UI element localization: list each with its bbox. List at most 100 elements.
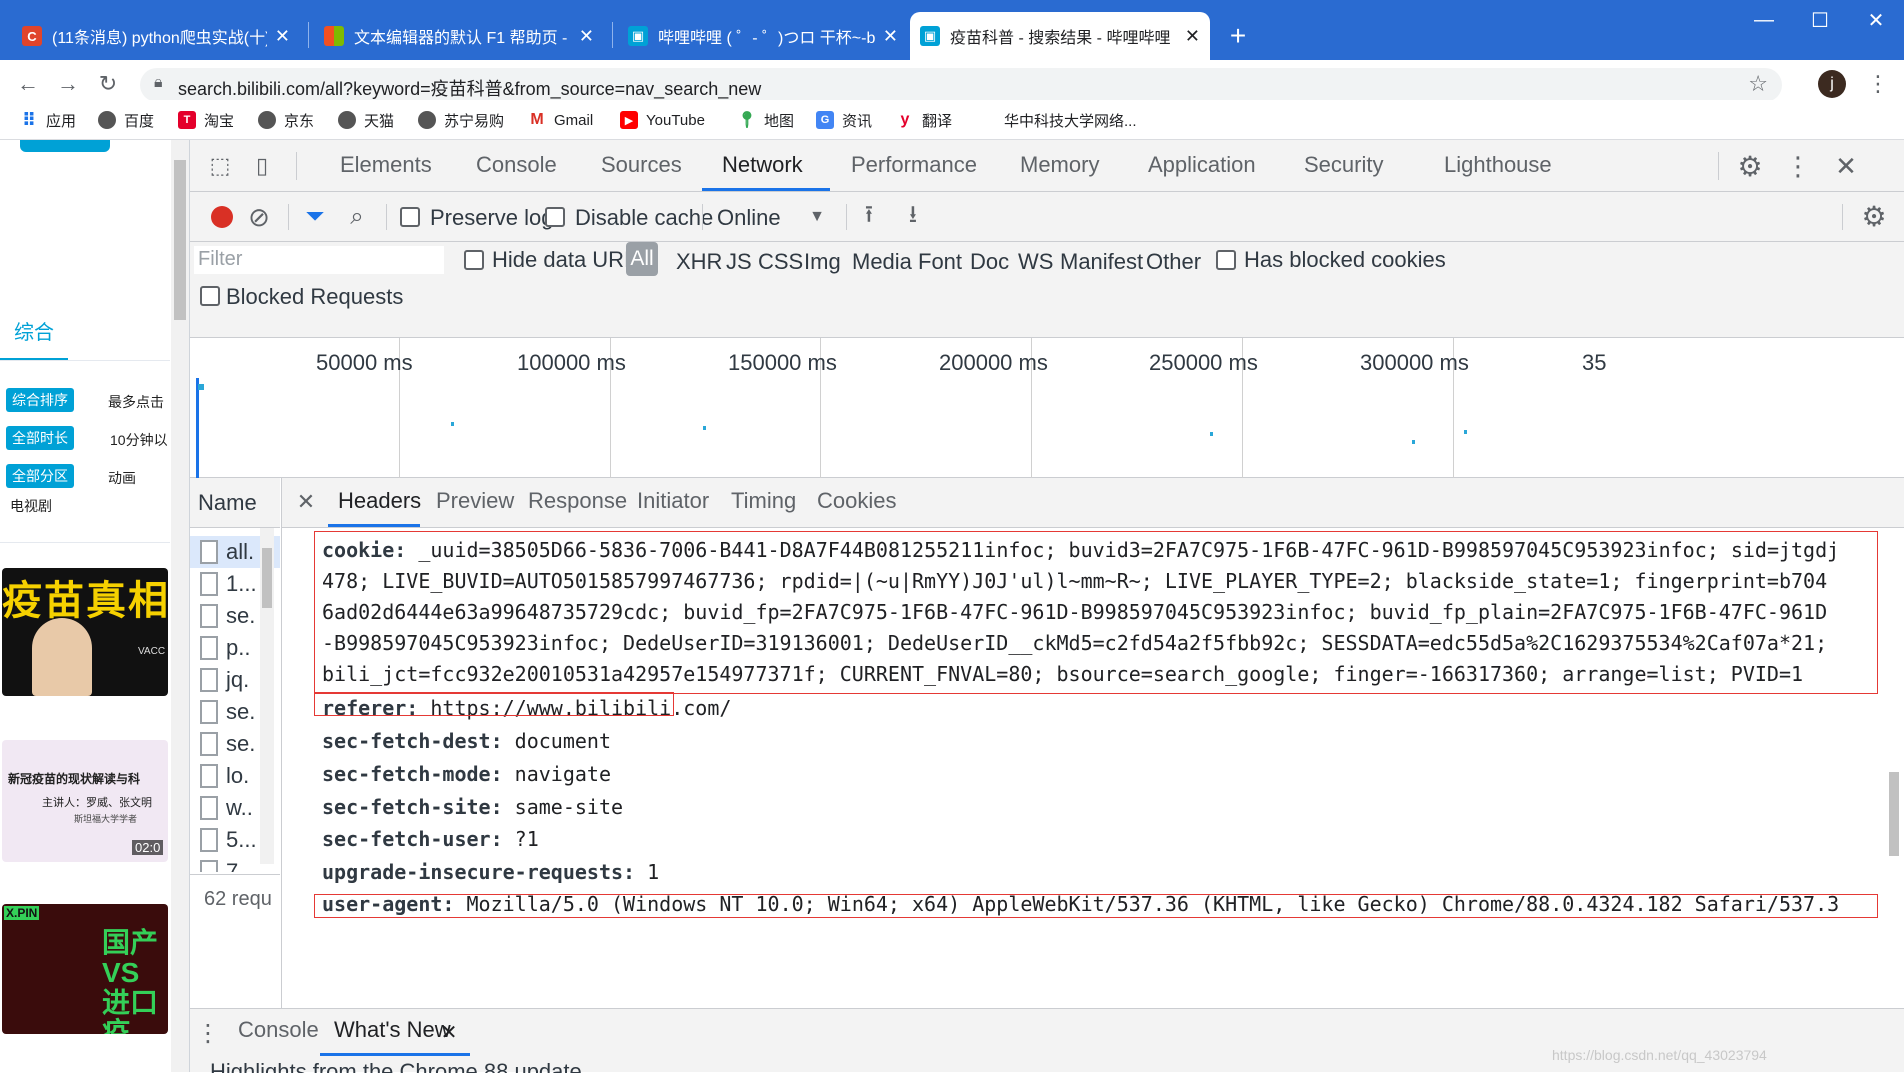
close-drawer-tab-icon[interactable]: ✕ <box>438 1017 460 1047</box>
close-tab-icon[interactable]: ✕ <box>1185 26 1200 47</box>
tab-security[interactable]: Security <box>1304 152 1383 178</box>
type-filter-css[interactable]: CSS <box>758 249 803 275</box>
close-tab-icon[interactable]: ✕ <box>275 26 290 47</box>
video-thumbnail-1[interactable]: 疫苗真相 VACC <box>2 568 168 696</box>
type-filter-ws[interactable]: WS <box>1018 249 1053 275</box>
video-thumbnail-3[interactable]: X.PIN 国产VS进口疫 <box>2 904 168 1034</box>
close-devtools-icon[interactable]: ✕ <box>1828 148 1864 184</box>
name-scrollbar[interactable] <box>260 528 274 864</box>
name-column-header[interactable]: Name <box>190 478 280 528</box>
browser-tab-4-active[interactable]: ▣ 疫苗科普 - 搜索结果 - 哔哩哔哩 ✕ <box>910 12 1210 60</box>
bookmark-youtube[interactable]: ▶ YouTube <box>620 107 705 133</box>
detail-tab-preview[interactable]: Preview <box>436 488 514 514</box>
chrome-menu-icon[interactable]: ⋮ <box>1862 68 1894 100</box>
bookmark-gmail[interactable]: M Gmail <box>528 107 593 133</box>
record-icon[interactable] <box>211 206 233 228</box>
has-blocked-cookies-checkbox[interactable] <box>1216 250 1236 270</box>
close-tab-icon[interactable]: ✕ <box>883 26 898 47</box>
reload-icon[interactable]: ↻ <box>92 68 124 100</box>
type-filter-xhr[interactable]: XHR <box>676 249 722 275</box>
bookmark-baidu[interactable]: 百度 <box>98 107 154 133</box>
detail-tab-response[interactable]: Response <box>528 488 627 514</box>
bookmark-hust[interactable]: 华中科技大学网络... <box>1004 107 1137 133</box>
scrollbar-thumb[interactable] <box>1889 772 1899 856</box>
tab-performance[interactable]: Performance <box>851 152 977 178</box>
drawer-tab-whats-new[interactable]: What's New <box>334 1017 451 1043</box>
headers-scrollbar[interactable] <box>1884 528 1904 1008</box>
type-filter-all[interactable]: All <box>626 242 658 276</box>
filter-chip-sort[interactable]: 综合排序 <box>6 388 74 412</box>
type-filter-img[interactable]: Img <box>804 249 841 275</box>
bookmark-suning[interactable]: 苏宁易购 <box>418 107 504 133</box>
page-scrollbar[interactable] <box>171 140 189 1072</box>
address-bar[interactable]: 🔒︎ search.bilibili.com/all?keyword=疫苗科普&… <box>140 68 1782 102</box>
tab-all[interactable]: 综合 <box>14 316 54 345</box>
close-window-icon[interactable]: ✕ <box>1848 0 1904 40</box>
tab-elements[interactable]: Elements <box>340 152 432 178</box>
tab-lighthouse[interactable]: Lighthouse <box>1444 152 1552 178</box>
back-arrow-icon[interactable]: ← <box>12 68 44 100</box>
drawer-menu-icon[interactable]: ⋮ <box>194 1017 222 1049</box>
clear-icon[interactable]: ⊘ <box>242 200 276 234</box>
filter-funnel-icon[interactable]: ⏷ <box>298 200 332 234</box>
export-har-icon[interactable]: ⭳ <box>896 200 930 234</box>
bookmark-taobao[interactable]: T 淘宝 <box>178 107 234 133</box>
bookmark-jd[interactable]: 京东 <box>258 107 314 133</box>
inspect-element-icon[interactable]: ⬚ <box>204 150 236 182</box>
preserve-log-checkbox[interactable] <box>400 207 420 227</box>
search-icon[interactable]: ⌕ <box>340 200 374 234</box>
detail-tab-headers[interactable]: Headers <box>338 488 421 514</box>
browser-tab-2[interactable]: 文本编辑器的默认 F1 帮助页 - V ✕ <box>314 12 604 60</box>
detail-tab-cookies[interactable]: Cookies <box>817 488 896 514</box>
type-filter-js[interactable]: JS <box>726 249 752 275</box>
maximize-icon[interactable]: ☐ <box>1792 0 1848 40</box>
detail-tab-initiator[interactable]: Initiator <box>637 488 709 514</box>
bookmark-star-icon[interactable]: ☆ <box>1748 71 1768 97</box>
type-filter-other[interactable]: Other <box>1146 249 1201 275</box>
type-filter-media[interactable]: Media <box>852 249 912 275</box>
filter-chip-duration[interactable]: 全部时长 <box>6 426 74 450</box>
close-detail-icon[interactable]: ✕ <box>292 488 320 516</box>
tab-application[interactable]: Application <box>1148 152 1256 178</box>
filter-input[interactable]: Filter <box>194 246 444 274</box>
new-tab-button[interactable]: + <box>1216 12 1260 60</box>
close-tab-icon[interactable]: ✕ <box>579 26 594 47</box>
bookmark-maps[interactable]: 📍︎ 地图 <box>737 107 794 133</box>
throttling-select[interactable]: Online <box>717 205 781 231</box>
network-overview-timeline[interactable]: 50000 ms 100000 ms 150000 ms 200000 ms 2… <box>190 338 1904 478</box>
filter-option[interactable]: 10分钟以 <box>110 430 168 450</box>
hide-data-urls-checkbox[interactable] <box>464 250 484 270</box>
scrollbar-thumb[interactable] <box>174 160 186 320</box>
scrollbar-thumb[interactable] <box>262 548 272 608</box>
browser-tab-3[interactable]: ▣ 哔哩哔哩 ( ゜- ゜)つロ 干杯~-bili ✕ <box>618 12 908 60</box>
browser-tab-1[interactable]: C (11条消息) python爬虫实战(十) ✕ <box>12 12 300 60</box>
video-thumbnail-2[interactable]: 新冠疫苗的现状解读与科 主讲人：罗威、张文明 斯坦福大学学者 02:0 <box>2 740 168 862</box>
filter-option[interactable]: 动画 <box>108 468 136 488</box>
chevron-down-icon[interactable]: ▼ <box>802 202 832 232</box>
bookmark-news[interactable]: G 资讯 <box>816 107 872 133</box>
network-settings-icon[interactable]: ⚙ <box>1856 198 1892 234</box>
url-text[interactable]: search.bilibili.com/all?keyword=疫苗科普&fro… <box>178 75 761 101</box>
filter-option[interactable]: 电视剧 <box>10 496 52 516</box>
type-filter-manifest[interactable]: Manifest <box>1060 249 1143 275</box>
forward-arrow-icon[interactable]: → <box>52 68 84 100</box>
minimize-icon[interactable]: — <box>1736 0 1792 40</box>
drawer-tab-console[interactable]: Console <box>238 1017 319 1043</box>
blocked-requests-checkbox[interactable] <box>200 286 220 306</box>
type-filter-doc[interactable]: Doc <box>970 249 1009 275</box>
type-filter-font[interactable]: Font <box>918 249 962 275</box>
tab-console[interactable]: Console <box>476 152 557 178</box>
import-har-icon[interactable]: ⭱ <box>852 200 886 234</box>
tab-sources[interactable]: Sources <box>601 152 682 178</box>
more-options-icon[interactable]: ⋮ <box>1784 148 1812 184</box>
bookmark-tmall[interactable]: 天猫 <box>338 107 394 133</box>
tab-memory[interactable]: Memory <box>1020 152 1099 178</box>
tab-network[interactable]: Network <box>722 152 803 178</box>
profile-avatar[interactable]: j <box>1818 70 1846 98</box>
detail-tab-timing[interactable]: Timing <box>731 488 796 514</box>
bookmark-apps[interactable]: ⠿ 应用 <box>20 107 76 133</box>
filter-chip-zone[interactable]: 全部分区 <box>6 464 74 488</box>
disable-cache-checkbox[interactable] <box>545 207 565 227</box>
bookmark-translate[interactable]: y 翻译 <box>896 107 952 133</box>
settings-gear-icon[interactable]: ⚙ <box>1732 148 1768 184</box>
